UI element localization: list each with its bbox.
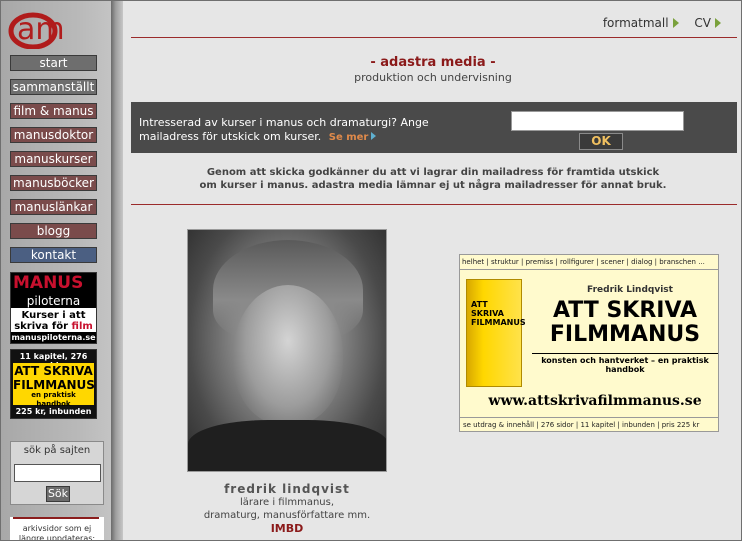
- person-role-1: lärare i filmmanus,: [239, 497, 335, 508]
- portrait-shoulders: [188, 420, 386, 471]
- cv-label: CV: [694, 16, 711, 30]
- search-input[interactable]: [14, 464, 101, 482]
- book-ad-banner[interactable]: helhet | struktur | premiss | rollfigure…: [459, 254, 719, 432]
- arrow-right-icon: [715, 18, 721, 28]
- ad-manus-line1: Kurser i att: [21, 310, 86, 321]
- sidebar-item-sammanstallt[interactable]: sammanställt: [10, 79, 97, 95]
- book-cover-text: ATT SKRIVA FILMMANUS: [471, 300, 526, 327]
- book-author: Fredrik Lindqvist: [587, 285, 673, 295]
- newsletter-signup: Intresserad av kurser i manus och dramat…: [131, 102, 737, 153]
- formatmall-link[interactable]: formatmall: [603, 16, 679, 30]
- archive-divider: [13, 517, 99, 519]
- consent-line1: Genom att skicka godkänner du att vi lag…: [206, 167, 660, 178]
- ad-manus-line2-emph: film: [71, 321, 93, 332]
- arrow-right-icon: [371, 132, 377, 140]
- sidebar-item-manuslankar[interactable]: manuslänkar: [10, 199, 97, 215]
- sidebar-item-blogg[interactable]: blogg: [10, 223, 97, 239]
- page-subtitle: produktion och undervisning: [354, 71, 512, 84]
- ad-manus-line2-prefix: skriva för: [14, 321, 69, 332]
- sidebar-item-manusbocker[interactable]: manusböcker: [10, 175, 97, 191]
- ad-manus-text: Kurser i att skriva för film: [11, 310, 96, 332]
- book-url[interactable]: www.attskrivafilmmanus.se: [472, 393, 718, 409]
- sidebar-item-start[interactable]: start: [10, 55, 97, 71]
- book-title-1: ATT SKRIVA: [552, 298, 698, 323]
- logo-text: am: [17, 12, 65, 47]
- divider-mid: [131, 204, 737, 205]
- consent-line2: om kurser i manus. adastra media lämnar …: [199, 180, 667, 191]
- sidebar: am start sammanställt film & manus manus…: [1, 1, 112, 541]
- ad-manus-url: manuspiloterna.se: [11, 332, 96, 343]
- search-label: sök på sajten: [23, 445, 91, 456]
- cv-link[interactable]: CV: [694, 16, 721, 30]
- sidebar-item-manusdoktor[interactable]: manusdoktor: [10, 127, 97, 143]
- signup-prompt: Intresserad av kurser i manus och dramat…: [139, 116, 429, 143]
- arrow-right-icon: [672, 18, 679, 28]
- consent-text: Genom att skicka godkänner du att vi lag…: [123, 166, 741, 192]
- ad-book-cover: ATT SKRIVA FILMMANUS en praktisk handbok: [13, 363, 95, 408]
- ad-manus-brand: MANUS: [13, 273, 84, 293]
- main-content: formatmall CV - adastra media - produkti…: [123, 1, 741, 540]
- ad-manus-sub: piloterna: [11, 293, 96, 309]
- sidebar-edge: [111, 1, 123, 540]
- sidebar-item-manuskurser[interactable]: manuskurser: [10, 151, 97, 167]
- person-name: fredrik lindqvist: [224, 482, 350, 496]
- person-role-2: dramaturg, manusförfattare mm.: [203, 510, 371, 521]
- book-tagline: konsten och hantverket – en praktisk han…: [532, 353, 718, 374]
- page-frame: am start sammanställt film & manus manus…: [0, 0, 742, 541]
- ad-book-title2: FILMMANUS: [13, 378, 95, 392]
- archive-text: arkivsidor som ej längre uppdateras:: [18, 524, 96, 541]
- portrait-face: [233, 285, 343, 425]
- imbd-link[interactable]: IMBD: [187, 522, 387, 535]
- book-cover-image: ATT SKRIVA FILMMANUS: [466, 279, 526, 387]
- book-ad-footer[interactable]: se utdrag & innehåll | 276 sidor | 11 ka…: [460, 417, 718, 431]
- manuspiloterna-ad[interactable]: MANUS piloterna Kurser i att skriva för …: [10, 272, 97, 344]
- search-button[interactable]: Sök: [46, 486, 70, 502]
- book-ad-nav[interactable]: helhet | struktur | premiss | rollfigure…: [460, 255, 718, 270]
- formatmall-label: formatmall: [602, 16, 669, 30]
- portrait-photo: [187, 229, 387, 472]
- ad-manus-brand-bar: MANUS: [11, 273, 96, 293]
- page-title: - adastra media -: [370, 55, 496, 70]
- site-search: sök på sajten Sök: [10, 441, 104, 505]
- divider-top: [131, 37, 737, 38]
- archive-box: arkivsidor som ej längre uppdateras:: [10, 517, 104, 541]
- book-title-2: FILMMANUS: [549, 322, 701, 347]
- sidebar-item-film-manus[interactable]: film & manus: [10, 103, 97, 119]
- sidebar-book-ad[interactable]: 11 kapitel, 276 sid. ATT SKRIVA FILMMANU…: [10, 349, 97, 419]
- ad-manus-line2: skriva för film: [11, 321, 96, 332]
- ok-button[interactable]: OK: [579, 133, 623, 150]
- sidebar-item-kontakt[interactable]: kontakt: [10, 247, 97, 263]
- ad-book-title1: ATT SKRIVA: [14, 364, 93, 378]
- ad-book-price: 225 kr, inbunden: [15, 407, 92, 416]
- am-logo[interactable]: am: [7, 5, 99, 49]
- se-mer-link[interactable]: Se mer: [329, 132, 369, 143]
- top-nav: formatmall CV: [591, 16, 721, 30]
- signup-text: Intresserad av kurser i manus och dramat…: [139, 116, 469, 145]
- email-field[interactable]: [511, 111, 684, 131]
